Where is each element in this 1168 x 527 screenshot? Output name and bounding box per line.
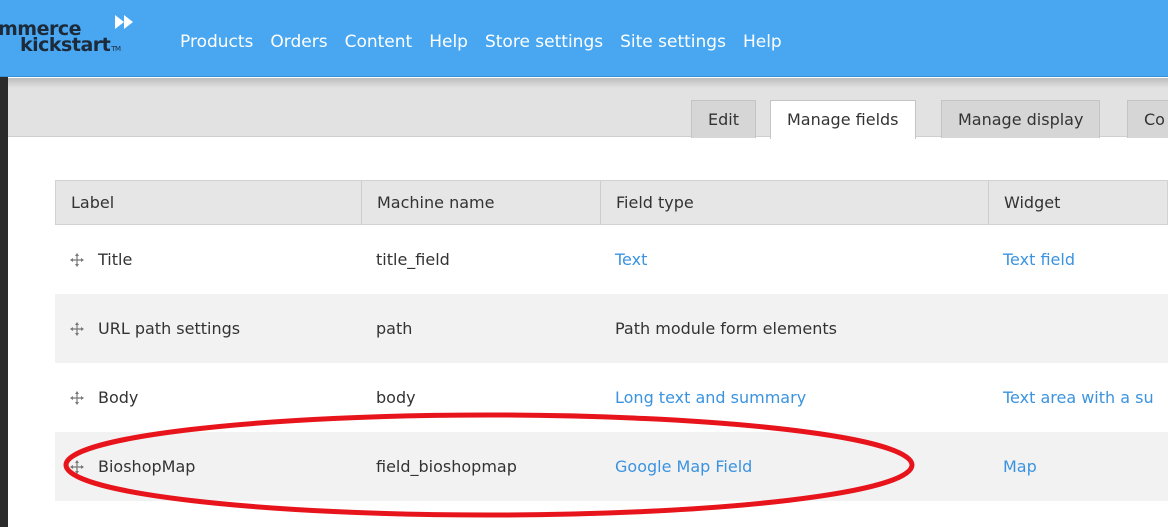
move-handle-icon[interactable] [70,321,84,336]
machine-name-cell: title_field [376,250,450,269]
row-label-cell: Title [55,225,361,294]
field-type-link[interactable]: Text [615,250,647,269]
logo-text-line2: kickstartTM [20,34,121,56]
table-header: Label Machine name Field type Widget [55,180,1168,225]
nav-item-help[interactable]: Help [429,32,468,52]
widget-link[interactable]: Text field [1003,250,1075,269]
widget-link[interactable]: Text area with a su [1003,388,1154,407]
tab-bar-shadow [8,78,1168,88]
row-label-cell: URL path settings [55,294,361,363]
widget-cell [988,294,1168,363]
field-label: URL path settings [98,319,241,338]
table-row: Title title_field Text Text field [55,225,1168,294]
column-header-widget[interactable]: Widget [989,181,1168,224]
widget-link[interactable]: Map [1003,457,1037,476]
tab-edit[interactable]: Edit [691,100,756,138]
nav-item-help-2[interactable]: Help [743,32,782,52]
widget-cell: Text field [988,225,1168,294]
move-handle-icon[interactable] [70,459,84,474]
column-header-field-type[interactable]: Field type [601,181,989,224]
machine-name-cell: path [376,319,413,338]
row-label-cell: BioshopMap [55,432,361,501]
logo-trademark: TM [111,45,121,53]
fast-forward-icon [111,12,139,32]
nav-item-content[interactable]: Content [345,32,413,52]
table-row: URL path settings path Path module form … [55,294,1168,363]
field-label: BioshopMap [98,457,196,476]
move-handle-icon[interactable] [70,252,84,267]
field-type-link[interactable]: Long text and summary [615,388,806,407]
nav-item-products[interactable]: Products [180,32,253,52]
tab-manage-display[interactable]: Manage display [941,100,1101,138]
nav-item-site-settings[interactable]: Site settings [620,32,726,52]
tab-comment-fields[interactable]: Co [1127,100,1168,138]
machine-name-cell: field_bioshopmap [376,457,517,476]
nav-item-store-settings[interactable]: Store settings [485,32,603,52]
move-handle-icon[interactable] [70,390,84,405]
nav-item-orders[interactable]: Orders [270,32,327,52]
table-row: BioshopMap field_bioshopmap Google Map F… [55,432,1168,501]
column-header-label[interactable]: Label [56,181,362,224]
field-label: Title [98,250,133,269]
top-navigation-bar: mmerce kickstartTM Products Orders Conte… [0,0,1168,77]
column-header-machine-name[interactable]: Machine name [362,181,601,224]
widget-cell: Map [988,432,1168,501]
field-type-cell: Google Map Field [600,432,988,501]
window-left-border [0,0,8,527]
widget-cell: Text area with a su [988,363,1168,432]
field-type-cell: Text [600,225,988,294]
tab-manage-fields[interactable]: Manage fields [770,100,916,139]
row-label-cell: Body [55,363,361,432]
field-type-cell: Long text and summary [600,363,988,432]
field-type-cell: Path module form elements [615,319,837,338]
machine-name-cell: body [376,388,416,407]
main-menu: Products Orders Content Help Store setti… [180,32,799,52]
field-type-link[interactable]: Google Map Field [615,457,752,476]
commerce-kickstart-logo[interactable]: mmerce kickstartTM [0,10,152,70]
table-row: Body body Long text and summary Text are… [55,363,1168,432]
field-label: Body [98,388,139,407]
